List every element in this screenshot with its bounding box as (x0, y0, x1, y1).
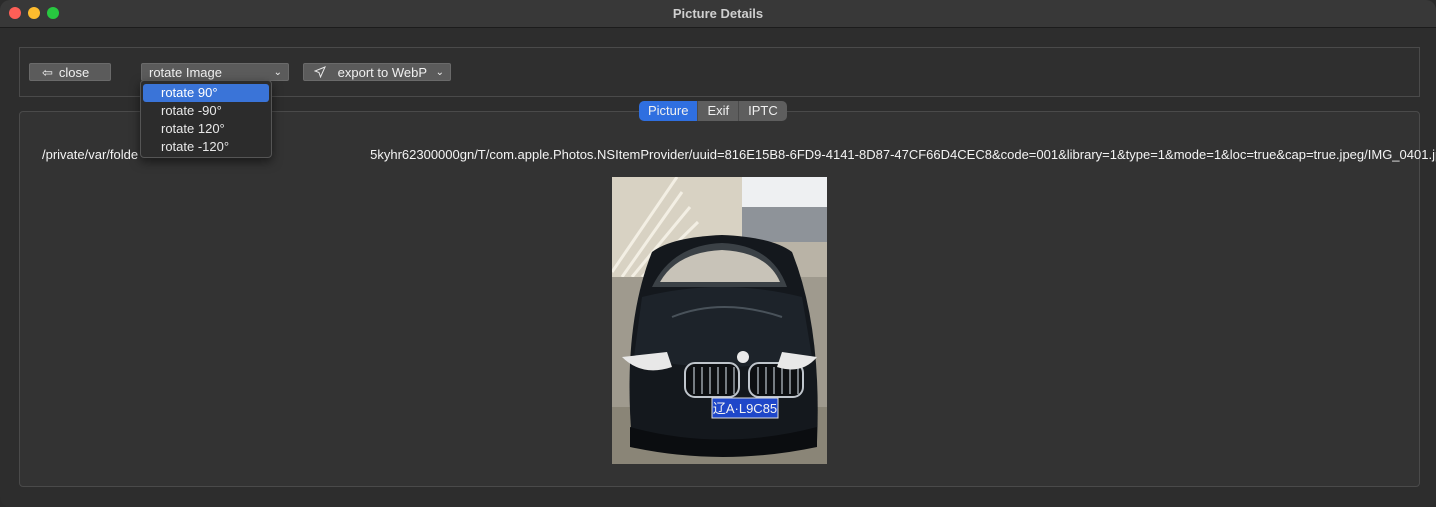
rotate-menu: rotate 90° rotate -90° rotate 120° rotat… (140, 80, 272, 158)
tab-bar: Picture Exif IPTC (639, 101, 787, 121)
tab-picture[interactable]: Picture (639, 101, 699, 121)
file-path-tail: 5kyhr62300000gn/T/com.apple.Photos.NSIte… (370, 147, 1436, 162)
export-webp-dropdown[interactable]: export to WebP ⌄ (303, 63, 451, 81)
file-path-start: /private/var/folde (42, 147, 139, 162)
menu-item-rotate-minus-90[interactable]: rotate -90° (143, 102, 269, 120)
menu-item-rotate-120[interactable]: rotate 120° (143, 120, 269, 138)
send-icon (313, 65, 338, 80)
rotate-image-label: rotate Image (149, 65, 222, 80)
close-button[interactable]: ⇦ close (29, 63, 111, 81)
tab-exif[interactable]: Exif (698, 101, 740, 121)
window-title: Picture Details (672, 6, 764, 21)
menu-item-rotate-90[interactable]: rotate 90° (143, 84, 269, 102)
title-bar: Picture Details (0, 0, 1436, 28)
tab-iptc[interactable]: IPTC (739, 101, 787, 121)
export-label: export to WebP (337, 65, 427, 80)
arrow-left-icon: ⇦ (42, 65, 53, 80)
car-photo: 辽A·L9C85 (610, 176, 827, 464)
chevron-down-icon: ⌄ (435, 67, 444, 78)
picture-details-window: Picture Details ⇦ close rotate Image ⌄ ex… (0, 0, 1436, 507)
rotate-image-dropdown[interactable]: rotate Image ⌄ (141, 63, 289, 81)
license-plate: 辽A·L9C85 (713, 401, 777, 416)
chevron-down-icon: ⌄ (273, 67, 282, 78)
menu-item-rotate-minus-120[interactable]: rotate -120° (143, 138, 269, 156)
close-label: close (58, 65, 90, 80)
